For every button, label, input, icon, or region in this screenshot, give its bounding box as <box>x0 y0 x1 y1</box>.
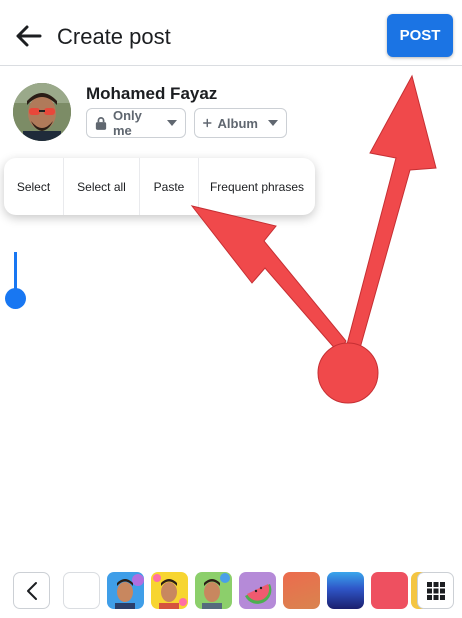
header-bar: Create post POST <box>0 0 462 66</box>
swatch-avatar-blue[interactable] <box>107 572 144 609</box>
menu-item-select-all[interactable]: Select all <box>64 158 140 215</box>
chevron-left-icon <box>26 581 37 600</box>
annotation-arrows <box>190 74 437 404</box>
arrow-origin <box>317 342 379 404</box>
swatch-avatar-green[interactable] <box>195 572 232 609</box>
menu-item-paste[interactable]: Paste <box>140 158 199 215</box>
lock-icon <box>95 117 107 130</box>
menu-item-frequent-phrases[interactable]: Frequent phrases <box>199 158 315 215</box>
plus-icon <box>203 118 212 128</box>
caret-down-icon <box>167 120 177 126</box>
page-title: Create post <box>57 24 171 49</box>
swatch-watermelon[interactable] <box>239 572 276 609</box>
user-name: Mohamed Fayaz <box>86 84 218 103</box>
privacy-label: Only me <box>113 108 142 138</box>
swatch-red[interactable] <box>371 572 408 609</box>
background-back-button[interactable] <box>13 572 50 609</box>
swatch-avatar-yellow[interactable] <box>151 572 188 609</box>
album-selector[interactable]: Album <box>194 108 287 138</box>
avatar <box>13 83 71 141</box>
text-cursor <box>14 252 17 290</box>
text-context-menu: Select Select all Paste Frequent phrases <box>4 158 315 215</box>
menu-item-select[interactable]: Select <box>4 158 64 215</box>
back-button[interactable] <box>12 20 44 52</box>
background-grid-button[interactable] <box>417 572 454 609</box>
arrow-to-post <box>335 74 437 367</box>
swatch-white[interactable] <box>63 572 100 609</box>
grid-icon <box>426 581 445 600</box>
caret-down-icon <box>268 120 278 126</box>
arrow-left-icon <box>16 25 42 47</box>
arrow-to-paste <box>190 205 352 368</box>
post-button[interactable]: POST <box>387 14 453 57</box>
swatch-blue-gradient[interactable] <box>327 572 364 609</box>
cursor-handle[interactable] <box>5 288 26 309</box>
privacy-selector[interactable]: Only me <box>86 108 186 138</box>
swatch-orange-gradient[interactable] <box>283 572 320 609</box>
album-label: Album <box>217 115 258 131</box>
